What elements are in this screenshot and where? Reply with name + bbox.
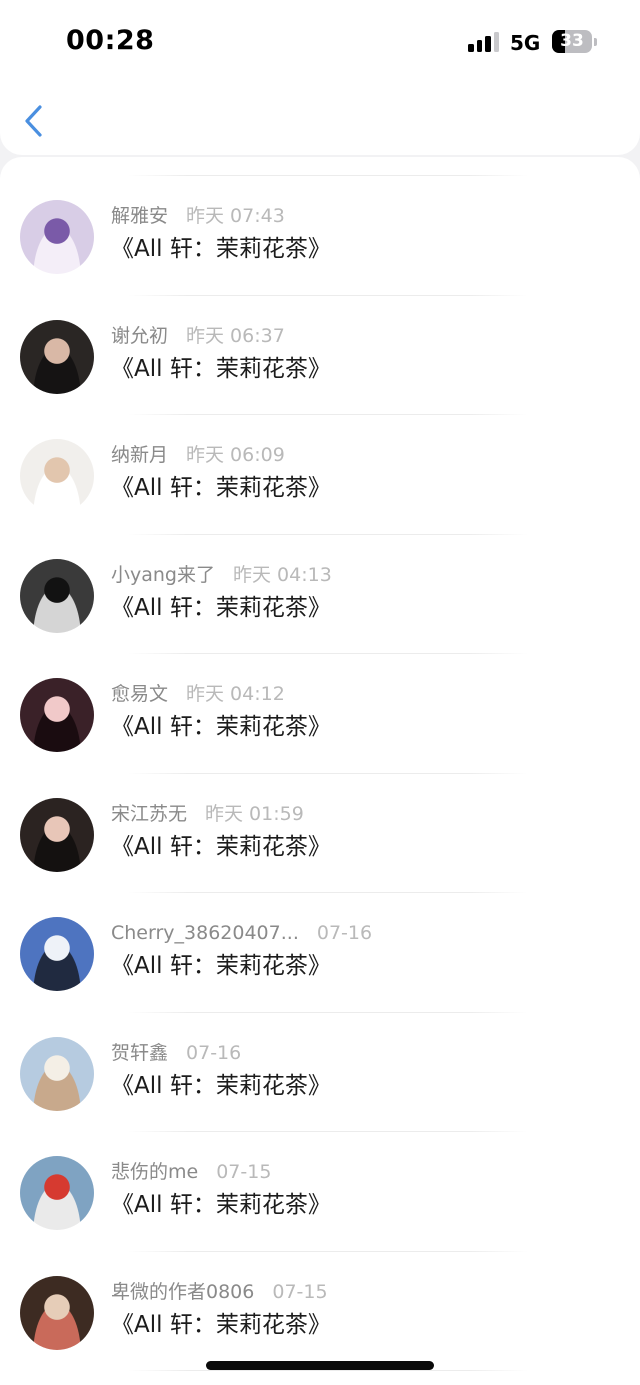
- avatar[interactable]: [20, 439, 94, 513]
- list-item[interactable]: 悲伤的me 07-15 《All 轩：茉莉花茶》: [0, 1132, 640, 1252]
- battery-percent: 33: [560, 31, 584, 51]
- item-title: 《All 轩：茉莉花茶》: [111, 1192, 331, 1218]
- avatar[interactable]: [20, 1275, 94, 1350]
- author-name[interactable]: 小yang来了: [111, 564, 215, 586]
- item-meta: 愈易文 昨天 04:12: [111, 682, 285, 706]
- author-name[interactable]: Cherry_38620407...: [111, 922, 299, 944]
- avatar[interactable]: [20, 200, 94, 274]
- back-button[interactable]: [18, 100, 58, 142]
- item-title: 《All 轩：茉莉花茶》: [111, 1072, 331, 1099]
- item-date: 昨天 06:37: [186, 324, 285, 347]
- status-time: 00:28: [66, 25, 155, 56]
- avatar[interactable]: [20, 917, 94, 991]
- item-meta: 宋江苏无 昨天 01:59: [111, 802, 304, 826]
- author-name[interactable]: 解雅安: [111, 205, 168, 227]
- cellular-signal-icon: [468, 32, 500, 52]
- list-item[interactable]: 解雅安 昨天 07:43 《All 轩：茉莉花茶》: [0, 176, 640, 296]
- item-meta: 悲伤的me 07-15: [111, 1160, 271, 1184]
- item-date: 昨天 07:43: [186, 205, 285, 227]
- avatar[interactable]: [20, 319, 94, 394]
- avatar[interactable]: [20, 1036, 94, 1111]
- item-meta: 贺轩鑫 07-16: [111, 1041, 241, 1065]
- list-item[interactable]: 愈易文 昨天 04:12 《All 轩：茉莉花茶》: [0, 654, 640, 774]
- item-date: 昨天 06:09: [186, 444, 285, 466]
- author-name[interactable]: 纳新月: [111, 444, 168, 466]
- item-title: 《All 轩：茉莉花茶》: [111, 355, 331, 382]
- list-item[interactable]: 宋江苏无 昨天 01:59 《All 轩：茉莉花茶》: [0, 774, 640, 893]
- item-title: 《All 轩：茉莉花茶》: [111, 475, 331, 501]
- avatar[interactable]: [20, 558, 94, 633]
- list-divider: [128, 1370, 528, 1371]
- item-title: 《All 轩：茉莉花茶》: [111, 236, 331, 262]
- message-list[interactable]: 解雅安 昨天 07:43 《All 轩：茉莉花茶》 谢允初 昨天 06:37 《All 轩…: [0, 157, 640, 1385]
- item-date: 昨天 04:13: [233, 563, 332, 586]
- item-meta: 纳新月 昨天 06:09: [111, 443, 285, 467]
- list-item[interactable]: 卑微的作者0806 07-15 《All 轩：茉莉花茶》: [0, 1252, 640, 1371]
- list-item[interactable]: 纳新月 昨天 06:09 《All 轩：茉莉花茶》: [0, 415, 640, 535]
- author-name[interactable]: 贺轩鑫: [111, 1042, 168, 1064]
- author-name[interactable]: 卑微的作者0806: [111, 1281, 254, 1303]
- item-title: 《All 轩：茉莉花茶》: [111, 833, 331, 860]
- avatar[interactable]: [20, 797, 94, 872]
- home-indicator: [206, 1361, 434, 1370]
- author-name[interactable]: 悲伤的me: [111, 1161, 198, 1183]
- list-item[interactable]: 谢允初 昨天 06:37 《All 轩：茉莉花茶》: [0, 296, 640, 415]
- author-name[interactable]: 愈易文: [111, 683, 168, 705]
- list-item[interactable]: Cherry_38620407... 07-16 《All 轩：茉莉花茶》: [0, 893, 640, 1013]
- item-title: 《All 轩：茉莉花茶》: [111, 953, 331, 979]
- item-meta: 解雅安 昨天 07:43: [111, 204, 285, 228]
- item-date: 07-15: [216, 1161, 272, 1183]
- list-item[interactable]: 小yang来了 昨天 04:13 《All 轩：茉莉花茶》: [0, 535, 640, 654]
- item-meta: 卑微的作者0806 07-15: [111, 1280, 328, 1304]
- author-name[interactable]: 宋江苏无: [111, 803, 187, 825]
- author-name[interactable]: 谢允初: [111, 325, 168, 347]
- network-type: 5G: [510, 31, 541, 55]
- chevron-left-icon: [25, 105, 42, 137]
- avatar[interactable]: [20, 678, 94, 752]
- item-date: 07-16: [186, 1041, 242, 1064]
- item-date: 昨天 04:12: [186, 683, 285, 705]
- item-meta: 谢允初 昨天 06:37: [111, 324, 285, 348]
- item-title: 《All 轩：茉莉花茶》: [111, 1311, 331, 1338]
- list-item[interactable]: 贺轩鑫 07-16 《All 轩：茉莉花茶》: [0, 1013, 640, 1132]
- item-date: 07-16: [316, 922, 373, 944]
- item-title: 《All 轩：茉莉花茶》: [111, 714, 331, 740]
- battery-cap: [594, 38, 597, 46]
- item-meta: Cherry_38620407... 07-16: [111, 921, 372, 945]
- avatar[interactable]: [20, 1156, 94, 1230]
- item-title: 《All 轩：茉莉花茶》: [111, 594, 331, 621]
- top-bar: 00:28 5G 33: [0, 0, 640, 155]
- item-date: 07-15: [272, 1280, 328, 1303]
- item-date: 昨天 01:59: [205, 802, 304, 825]
- item-meta: 小yang来了 昨天 04:13: [111, 563, 332, 587]
- battery-icon: 33: [552, 30, 592, 53]
